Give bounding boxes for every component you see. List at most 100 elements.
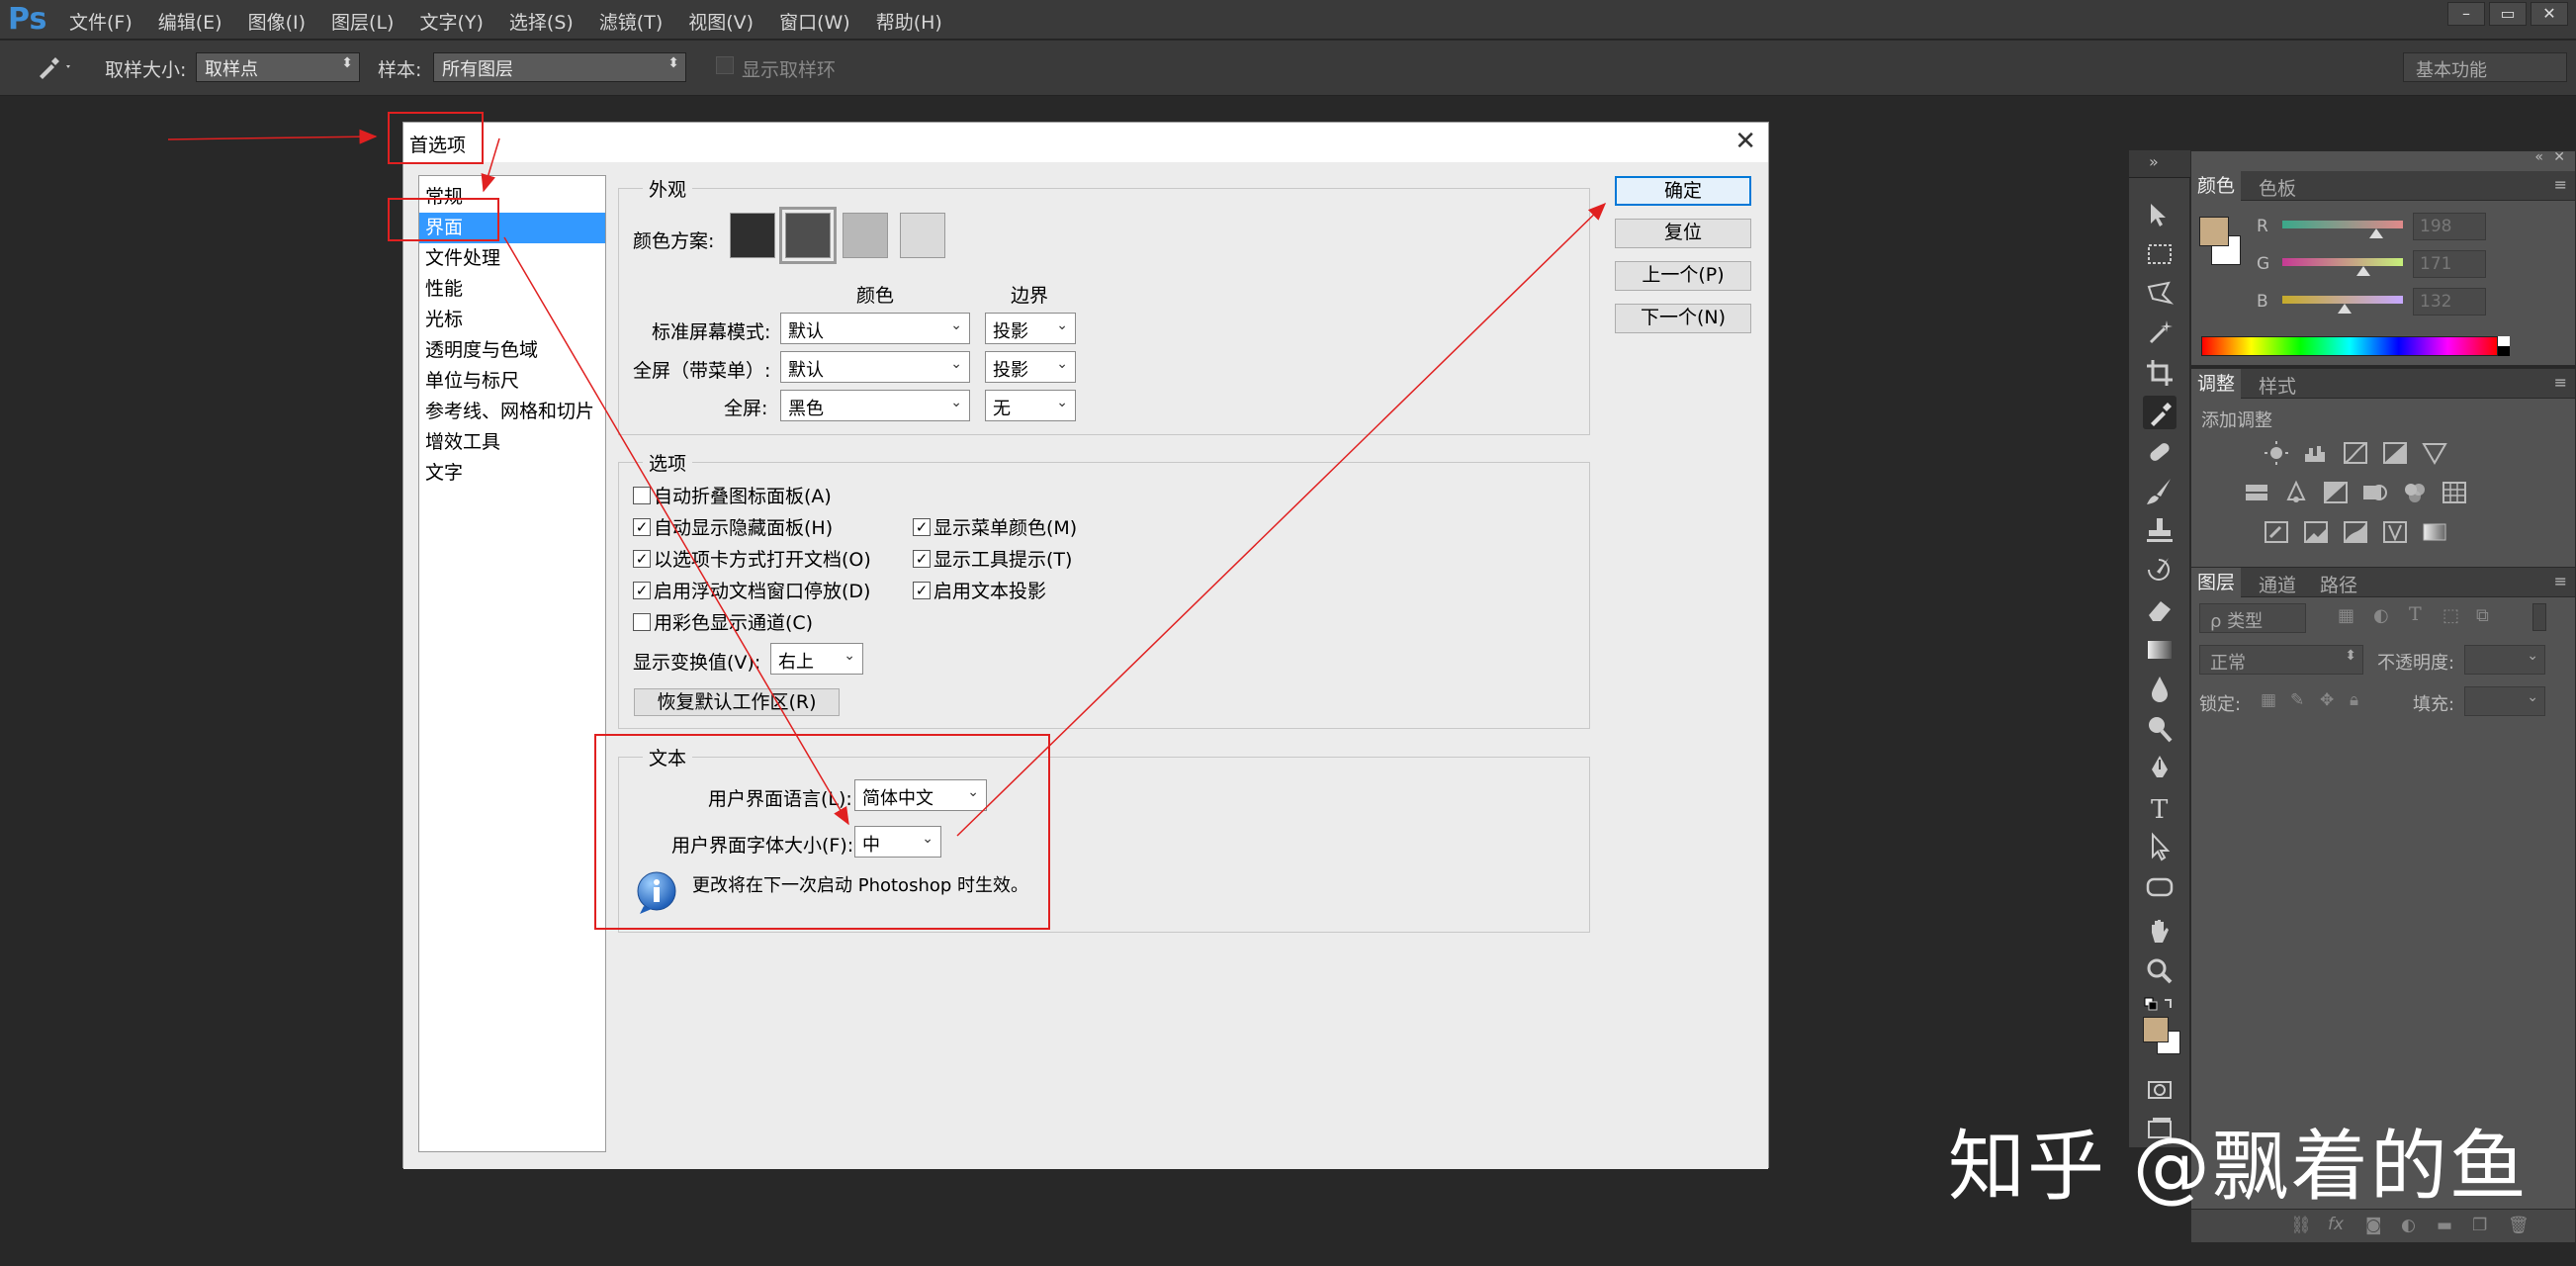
channel-r-thumb[interactable] — [2369, 228, 2384, 238]
photo-filter-icon[interactable] — [2361, 480, 2389, 505]
category-plugins[interactable]: 增效工具 — [419, 427, 605, 458]
gradient-tool-icon[interactable] — [2143, 633, 2176, 667]
restore-workspace-button[interactable]: 恢复默认工作区(R) — [634, 688, 840, 716]
lock-position-icon[interactable]: ✥ — [2320, 690, 2334, 710]
filter-shape-icon[interactable]: ⬚ — [2443, 605, 2459, 626]
tools-collapse-strip[interactable]: » — [2129, 150, 2190, 178]
path-selection-tool-icon[interactable] — [2143, 831, 2176, 864]
lock-transparent-icon[interactable]: ▦ — [2261, 690, 2276, 710]
opacity-field[interactable]: ⌄ — [2464, 645, 2545, 675]
threshold-icon[interactable] — [2342, 519, 2369, 545]
minimize-button[interactable]: – — [2447, 2, 2485, 26]
open-as-tabs-checkbox[interactable]: ✓ 以选项卡方式打开文档(O) — [633, 545, 871, 572]
filter-pixel-icon[interactable]: ▦ — [2338, 605, 2354, 626]
restore-window-button[interactable]: ▭ — [2489, 2, 2527, 26]
lasso-tool-icon[interactable] — [2143, 277, 2176, 311]
zoom-tool-icon[interactable] — [2143, 954, 2176, 988]
marquee-tool-icon[interactable] — [2143, 237, 2176, 271]
workspace-select[interactable]: 基本功能 — [2403, 52, 2567, 82]
link-layers-icon[interactable]: ⛓︎ — [2290, 1216, 2312, 1235]
fill-field[interactable]: ⌄ — [2464, 686, 2545, 716]
channel-g-value[interactable]: 171 — [2413, 250, 2486, 278]
foreground-background-color-icon[interactable] — [2143, 1017, 2180, 1058]
delete-layer-icon[interactable]: 🗑︎ — [2508, 1216, 2530, 1235]
move-tool-icon[interactable] — [2143, 198, 2176, 231]
standard-mode-color-select[interactable]: 默认 ⌄ — [780, 313, 970, 344]
menu-window[interactable]: 窗口(W) — [779, 8, 850, 35]
posterize-icon[interactable] — [2302, 519, 2330, 545]
next-button[interactable]: 下一个(N) — [1615, 304, 1751, 333]
color-scheme-swatch-dark[interactable] — [779, 207, 837, 264]
tab-paths[interactable]: 路径 — [2314, 571, 2363, 597]
panel-menu-icon[interactable]: ≡ — [2554, 175, 2567, 194]
vibrance-icon[interactable] — [2421, 440, 2448, 466]
blend-mode-select[interactable]: 正常 ⬍ — [2199, 645, 2363, 675]
ok-button[interactable]: 确定 — [1615, 176, 1751, 206]
channel-r-value[interactable]: 198 — [2413, 213, 2486, 240]
panel-menu-icon[interactable]: ≡ — [2554, 572, 2567, 590]
history-brush-tool-icon[interactable] — [2143, 554, 2176, 588]
lock-pixels-icon[interactable]: ✎ — [2290, 690, 2304, 710]
menu-image[interactable]: 图像(I) — [248, 8, 306, 35]
panel-menu-icon[interactable]: ≡ — [2554, 373, 2567, 392]
reset-button[interactable]: 复位 — [1615, 219, 1751, 248]
show-ring-checkbox[interactable] — [716, 56, 734, 74]
type-tool-icon[interactable]: T — [2143, 791, 2176, 825]
tab-adjustments[interactable]: 调整 — [2191, 369, 2242, 399]
dodge-tool-icon[interactable] — [2143, 712, 2176, 746]
tab-channels[interactable]: 通道 — [2253, 571, 2302, 597]
auto-show-hidden-checkbox[interactable]: ✓ 自动显示隐藏面板(H) — [633, 513, 833, 540]
channel-r-slider[interactable] — [2282, 221, 2403, 228]
color-scheme-swatch-lightest[interactable] — [900, 213, 945, 258]
pen-tool-icon[interactable] — [2143, 752, 2176, 785]
fullscreen-border-select[interactable]: 无 ⌄ — [985, 390, 1076, 421]
channel-mixer-icon[interactable] — [2401, 480, 2429, 505]
eraser-tool-icon[interactable] — [2143, 593, 2176, 627]
channel-g-slider[interactable] — [2282, 258, 2403, 266]
channel-b-slider[interactable] — [2282, 296, 2403, 304]
sample-select[interactable]: 所有图层 ⬍ — [433, 52, 686, 82]
curves-icon[interactable] — [2342, 440, 2369, 466]
filter-smart-object-icon[interactable]: ⧉ — [2476, 605, 2489, 626]
foreground-color-swatch[interactable] — [2199, 217, 2229, 246]
menu-file[interactable]: 文件(F) — [69, 8, 133, 35]
filter-adjustment-icon[interactable]: ◐ — [2373, 605, 2389, 626]
filter-type-icon[interactable]: T — [2409, 603, 2422, 625]
crop-tool-icon[interactable] — [2143, 356, 2176, 390]
healing-brush-tool-icon[interactable] — [2143, 435, 2176, 469]
exposure-icon[interactable] — [2381, 440, 2409, 466]
invert-icon[interactable] — [2263, 519, 2290, 545]
eyedropper-tool-icon[interactable] — [2143, 396, 2176, 429]
brush-tool-icon[interactable] — [2143, 475, 2176, 508]
tab-swatches[interactable]: 色板 — [2253, 174, 2302, 201]
menu-help[interactable]: 帮助(H) — [876, 8, 942, 35]
category-guides-grid[interactable]: 参考线、网格和切片 — [419, 397, 605, 427]
lock-all-icon[interactable]: 🔒︎ — [2350, 690, 2358, 710]
close-icon[interactable]: ✕ — [2553, 149, 2565, 165]
filter-toggle-switch[interactable] — [2532, 603, 2546, 631]
menu-select[interactable]: 选择(S) — [509, 8, 574, 35]
menu-type[interactable]: 文字(Y) — [419, 8, 483, 35]
text-drop-shadow-checkbox[interactable]: ✓ 启用文本投影 — [913, 577, 1046, 603]
prev-button[interactable]: 上一个(P) — [1615, 261, 1751, 291]
channel-b-thumb[interactable] — [2338, 304, 2353, 314]
close-window-button[interactable]: ✕ — [2531, 2, 2568, 26]
channel-g-thumb[interactable] — [2355, 266, 2370, 276]
auto-collapse-checkbox[interactable]: 自动折叠图标面板(A) — [633, 482, 832, 508]
tooltips-checkbox[interactable]: ✓ 显示工具提示(T) — [913, 545, 1072, 572]
menu-colors-checkbox[interactable]: ✓ 显示菜单颜色(M) — [913, 513, 1077, 540]
black-swatch[interactable] — [2498, 346, 2510, 356]
selective-color-icon[interactable] — [2381, 519, 2409, 545]
stamp-tool-icon[interactable] — [2143, 514, 2176, 548]
standard-mode-border-select[interactable]: 投影 ⌄ — [985, 313, 1076, 344]
black-white-icon[interactable] — [2322, 480, 2350, 505]
color-spectrum-ramp[interactable] — [2201, 336, 2498, 356]
color-lookup-icon[interactable] — [2441, 480, 2468, 505]
floating-docking-checkbox[interactable]: ✓ 启用浮动文档窗口停放(D) — [633, 577, 870, 603]
tab-layers[interactable]: 图层 — [2191, 568, 2242, 597]
fullscreen-color-select[interactable]: 黑色 ⌄ — [780, 390, 970, 421]
new-layer-icon[interactable]: ❐ — [2472, 1216, 2487, 1235]
close-icon[interactable]: ✕ — [1734, 127, 1756, 156]
layer-kind-filter[interactable]: ρ 类型 — [2199, 603, 2306, 633]
color-scheme-swatch-darkest[interactable] — [730, 213, 775, 258]
